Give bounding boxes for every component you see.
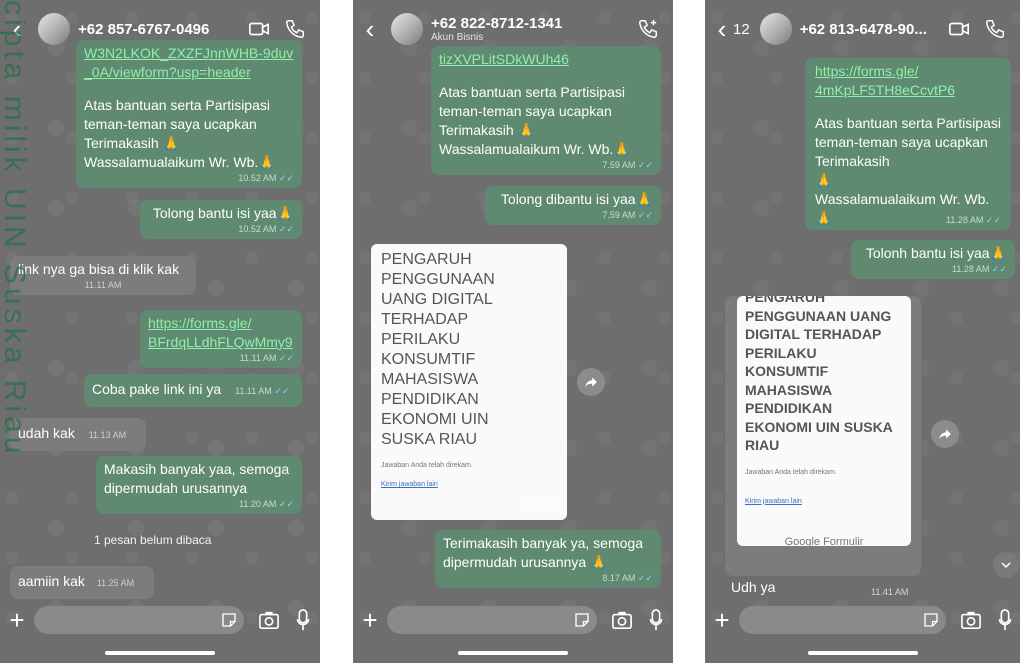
message-time: 10.52 AM ✓✓	[238, 173, 294, 183]
sticker-icon[interactable]	[573, 611, 591, 629]
message-time: 11.11 AM ✓✓	[235, 386, 290, 396]
message-time: 11.20 AM ✓✓	[239, 499, 294, 509]
message-time: 11.28 AM ✓✓	[952, 264, 1007, 274]
form-preview-card[interactable]: PENGARUH PENGGUNAAN UANG DIGITAL TERHADA…	[737, 296, 911, 546]
camera-icon[interactable]	[960, 610, 982, 630]
message-text: Tolong bantu isi yaa🙏	[152, 205, 294, 221]
home-indicator	[807, 651, 918, 655]
message-time: 8.17 AM ✓✓	[602, 573, 653, 583]
contact-name[interactable]: +62 822-8712-1341	[431, 15, 637, 32]
message-time: 11.13 AM	[88, 430, 127, 440]
composer: +	[0, 600, 320, 640]
message-bubble[interactable]: link nya ga bisa di klik kak 11.11 AM	[10, 256, 196, 295]
message-bubble[interactable]: Tolonh bantu isi yaa🙏 11.28 AM ✓✓	[851, 240, 1015, 279]
avatar[interactable]	[38, 13, 70, 45]
contact-name[interactable]: +62 813-6478-90...	[800, 21, 948, 38]
message-time: 11.11 AM	[84, 280, 122, 290]
back-icon[interactable]: ‹	[357, 16, 383, 42]
message-text: link nya ga bisa di klik kak	[18, 261, 180, 277]
home-indicator	[105, 651, 215, 655]
message-bubble[interactable]: aamiin kak 11.25 AM	[10, 566, 154, 599]
message-bubble[interactable]: W3N2LKOK_ZXZFJnnWHB-9duv _0A/viewform?us…	[76, 40, 302, 188]
message-input[interactable]	[739, 606, 946, 634]
message-bubble[interactable]: Coba pake link ini ya 11.11 AM ✓✓	[84, 374, 302, 407]
form-preview-card[interactable]: PENGARUH PENGGUNAAN UANG DIGITAL TERHADA…	[371, 244, 567, 520]
phone-icon[interactable]	[284, 18, 306, 40]
message-text: Atas bantuan serta Partisipasi teman-tem…	[815, 115, 1001, 226]
message-time: 11.28 AM ✓✓	[946, 215, 1001, 225]
message-link[interactable]: W3N2LKOK_ZXZFJnnWHB-9duv _0A/viewform?us…	[84, 44, 294, 82]
message-link[interactable]: https://forms.gle/ BFrdqLLdhFLQwMmy9	[148, 314, 294, 352]
message-bubble[interactable]: Makasih banyak yaa, semoga dipermudah ur…	[96, 456, 302, 514]
chat-screen-2: ‹ +62 822-8712-1341 Akun Bisnis tizXVPLi…	[353, 0, 673, 663]
unread-divider: 1 pesan belum dibaca	[94, 533, 212, 547]
message-text: Tolong dibantu isi yaa🙏	[500, 191, 653, 207]
message-bubble[interactable]: PENGARUH PENGGUNAAN UANG DIGITAL TERHADA…	[725, 296, 921, 595]
message-time: 8.16 AM	[522, 501, 559, 512]
phone-icon[interactable]	[984, 18, 1006, 40]
chevron-down-icon[interactable]	[993, 552, 1019, 578]
plus-icon[interactable]: +	[353, 605, 387, 636]
sticker-icon[interactable]	[220, 611, 238, 629]
message-bubble[interactable]: Tolong bantu isi yaa🙏 10.52 AM ✓✓	[140, 200, 302, 239]
message-text: aamiin kak	[18, 573, 85, 589]
message-time: 10.52 AM ✓✓	[238, 224, 294, 234]
camera-icon[interactable]	[611, 610, 633, 630]
google-forms-logo: Google Formulir	[784, 535, 864, 547]
home-indicator	[458, 651, 568, 655]
message-text: Atas bantuan serta Partisipasi teman-tem…	[84, 97, 276, 170]
message-text: Coba pake link ini ya	[92, 381, 222, 397]
microphone-icon[interactable]	[998, 609, 1012, 631]
microphone-icon[interactable]	[649, 609, 663, 631]
chat-screen-1: ‹ +62 857-6767-0496 W3N2LKOK_ZXZFJnnWHB-…	[0, 0, 320, 663]
watermark: cipta milik UIN Suska Riau	[0, 0, 31, 458]
camera-icon[interactable]	[258, 610, 280, 630]
video-call-icon[interactable]	[948, 18, 970, 40]
microphone-icon[interactable]	[296, 609, 310, 631]
forward-icon[interactable]	[931, 420, 959, 448]
message-link[interactable]: https://forms.gle/ 4mKpLF5TH8eCcvtP6	[815, 62, 1001, 100]
message-text: Atas bantuan serta Partisipasi teman-tem…	[439, 84, 631, 157]
form-recorded-text: Jawaban Anda telah direkam.	[745, 468, 837, 476]
form-title: PENGARUH PENGGUNAAN UANG DIGITAL TERHADA…	[381, 251, 495, 448]
message-time: 11.11 AM ✓✓	[239, 353, 294, 363]
message-bubble[interactable]: https://forms.gle/ 4mKpLF5TH8eCcvtP6 Ata…	[805, 58, 1011, 230]
contact-name[interactable]: +62 857-6767-0496	[78, 21, 248, 38]
form-resubmit-link[interactable]: Kirim jawaban lain	[745, 492, 903, 511]
form-title: PENGARUH PENGGUNAAN UANG DIGITAL TERHADA…	[745, 296, 893, 453]
message-time: 7.59 AM ✓✓	[602, 160, 653, 170]
forward-icon[interactable]	[577, 368, 605, 396]
message-bubble[interactable]: tizXVPLitSDkWUh46 Atas bantuan serta Par…	[431, 46, 661, 175]
message-input[interactable]	[387, 606, 597, 634]
back-icon[interactable]: ‹	[709, 16, 735, 42]
message-text: Tolonh bantu isi yaa🙏	[865, 245, 1007, 261]
message-link[interactable]: tizXVPLitSDkWUh46	[439, 50, 653, 69]
message-input[interactable]	[34, 606, 244, 634]
add-contact-icon[interactable]	[637, 18, 659, 40]
message-text: Makasih banyak yaa, semoga dipermudah ur…	[104, 461, 290, 496]
composer: +	[705, 600, 1020, 640]
chat-header: ‹ 12 +62 813-6478-90...	[705, 0, 1020, 58]
unread-count[interactable]: 12	[733, 21, 750, 38]
message-text: Terimakasih banyak ya, semoga dipermudah…	[443, 535, 643, 570]
avatar[interactable]	[759, 13, 792, 45]
message-bubble[interactable]: Terimakasih banyak ya, semoga dipermudah…	[435, 530, 661, 588]
plus-icon[interactable]: +	[0, 605, 34, 636]
message-time: 11.25 AM	[96, 578, 135, 588]
chat-screen-3: ‹ 12 +62 813-6478-90... https://forms.gl…	[705, 0, 1020, 663]
message-time: 11.41 AM	[871, 587, 909, 597]
avatar[interactable]	[391, 13, 423, 45]
message-bubble[interactable]: https://forms.gle/ BFrdqLLdhFLQwMmy9 11.…	[140, 310, 302, 368]
video-call-icon[interactable]	[248, 18, 270, 40]
message-bubble[interactable]: Tolong dibantu isi yaa🙏 7.59 AM ✓✓	[485, 186, 661, 225]
message-time: 7.59 AM ✓✓	[602, 210, 653, 220]
contact-subtitle: Akun Bisnis	[431, 32, 484, 43]
message-text: Udh ya	[731, 579, 776, 595]
form-recorded-text: Jawaban Anda telah direkam.	[381, 462, 473, 469]
form-resubmit-link[interactable]: Kirim jawaban lain	[381, 481, 557, 488]
sticker-icon[interactable]	[922, 611, 940, 629]
plus-icon[interactable]: +	[705, 605, 739, 636]
composer: +	[353, 600, 673, 640]
